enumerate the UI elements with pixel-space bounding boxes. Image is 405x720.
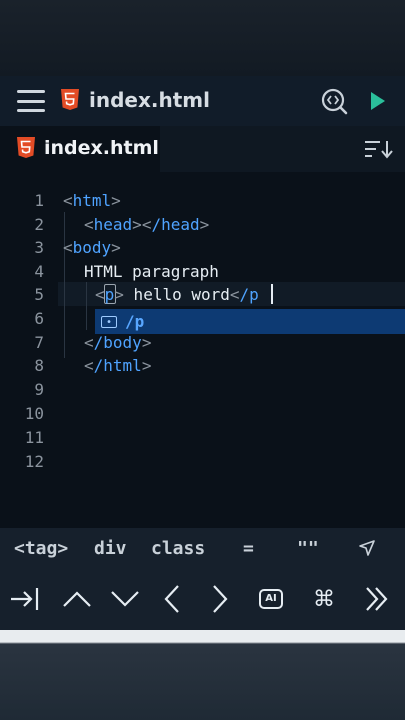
navigation-area [0,630,405,720]
search-code-icon[interactable] [320,87,348,115]
right-key[interactable] [203,582,237,616]
ai-icon: AI [259,589,283,609]
line-number: 2 [34,215,44,234]
suggestion-label: /p [125,312,145,331]
symbol-tag[interactable]: <tag> [14,538,68,559]
autocomplete-suggestion[interactable]: • /p [95,309,405,334]
tab-title: index.html [44,137,159,159]
code-line-1: <html> [63,191,121,210]
indent-guide [86,282,87,330]
code-line-5: <p> hello word</p [95,285,259,304]
tab-bar: index.html [0,126,405,172]
code-line-2: <head></head> [84,215,210,234]
chevron-up-icon [63,591,91,607]
code-line-7: </body> [84,333,152,352]
key-bar: AI ⌘ [0,568,405,630]
symbol-bar: <tag> div class = "" [0,528,405,568]
hamburger-menu-icon[interactable] [17,90,45,112]
left-key[interactable] [155,582,189,616]
double-chevron-right-icon [366,587,388,611]
html5-icon [61,89,79,110]
line-number: 11 [24,428,44,447]
send-arrow-icon[interactable] [358,539,376,557]
play-icon[interactable] [369,91,387,111]
chevron-left-icon [164,585,179,613]
line-number: 9 [34,380,44,399]
tab-index-html[interactable]: index.html [0,126,160,172]
line-number: 1 [34,191,44,210]
symbol-class[interactable]: class [151,538,205,559]
snippet-icon: • [101,315,117,328]
more-key[interactable] [360,582,394,616]
line-number: 10 [24,404,44,423]
line-number: 5 [34,285,44,304]
symbol-div[interactable]: div [94,538,127,559]
down-key[interactable] [108,582,142,616]
line-number: 8 [34,356,44,375]
code-line-4: HTML paragraph [84,262,219,281]
code-editor[interactable]: 1 2 3 4 5 6 7 8 9 10 11 12 <html> <head>… [0,172,405,528]
command-icon: ⌘ [313,586,335,612]
text-caret [271,284,273,304]
code-line-3: <body> [63,238,121,257]
code-line-8: </html> [84,356,152,375]
status-area [0,0,405,76]
sort-lines-icon[interactable] [364,139,394,159]
line-number: 12 [24,452,44,471]
up-key[interactable] [60,582,94,616]
line-number: 4 [34,262,44,281]
tab-arrow-icon [11,588,39,610]
chevron-right-icon [213,585,228,613]
line-number: 3 [34,238,44,257]
line-number: 6 [34,309,44,328]
app-bar: index.html [0,76,405,126]
symbol-equals[interactable]: = [243,538,254,559]
command-key[interactable]: ⌘ [307,582,341,616]
chevron-down-icon [111,591,139,607]
tab-key[interactable] [8,582,42,616]
html5-icon [17,137,35,158]
indent-guide [64,212,65,358]
line-number: 7 [34,333,44,352]
symbol-quotes[interactable]: "" [297,538,319,559]
ai-key[interactable]: AI [254,582,288,616]
app-title: index.html [89,88,210,112]
